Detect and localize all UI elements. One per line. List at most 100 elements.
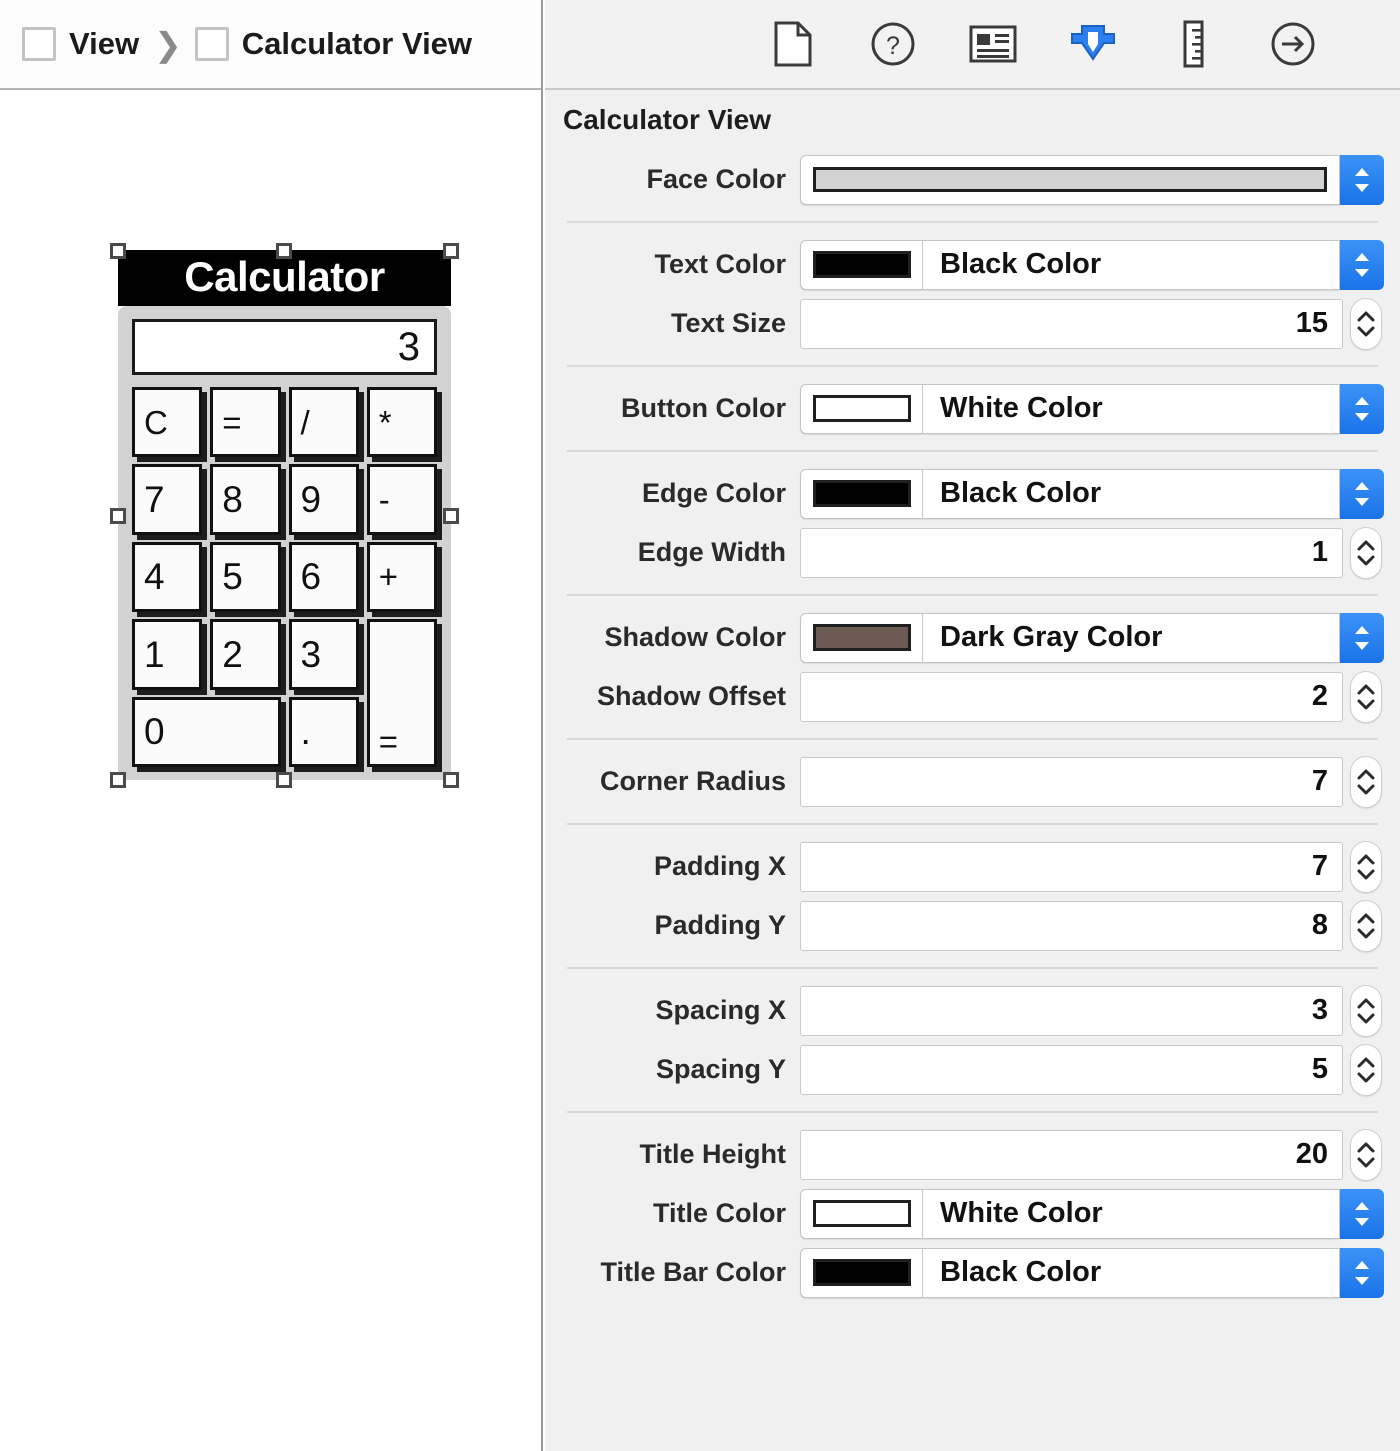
- inspector-rows: Face Color Text Color Black Color Text Size…: [545, 150, 1400, 1302]
- breadcrumb: View ❯ Calculator View: [0, 0, 541, 90]
- selection-handle-middle-left[interactable]: [110, 508, 126, 524]
- chevron-up-down-icon[interactable]: [1340, 1188, 1384, 1239]
- section-divider: [567, 594, 1378, 596]
- stepper-control[interactable]: [1350, 297, 1382, 350]
- color-swatch-cell: [801, 156, 1339, 204]
- calculator-key[interactable]: =: [366, 619, 437, 767]
- number-input[interactable]: 15: [800, 298, 1343, 349]
- breadcrumb-item-view[interactable]: View: [22, 26, 139, 62]
- calculator-key[interactable]: .: [288, 696, 359, 767]
- stepper-control[interactable]: [1350, 840, 1382, 893]
- selection-handle-bottom-right[interactable]: [443, 772, 459, 788]
- calculator-key[interactable]: +: [366, 541, 437, 613]
- chevron-up-down-icon[interactable]: [1340, 383, 1384, 434]
- color-popup-button[interactable]: Dark Gray Color: [800, 612, 1384, 663]
- calculator-view-preview[interactable]: Calculator 3 C = / * 7 8 9-4 5 6 +1 2 3 = 0.: [118, 250, 451, 780]
- inspector-row: Edge Color Black Color: [545, 464, 1400, 523]
- selection-handle-bottom-center[interactable]: [276, 772, 292, 788]
- number-input[interactable]: 20: [800, 1129, 1343, 1180]
- popup-face: Dark Gray Color: [800, 612, 1340, 663]
- color-popup-button[interactable]: Black Color: [800, 1247, 1384, 1298]
- color-swatch-cell: [801, 1248, 923, 1297]
- inspector-row: Text Color Black Color: [545, 235, 1400, 294]
- calculator-key[interactable]: 4: [132, 541, 203, 613]
- calculator-key[interactable]: /: [288, 387, 359, 458]
- inspector-row-label: Title Bar Color: [600, 1257, 786, 1287]
- calculator-display-value: 3: [397, 325, 420, 369]
- calculator-key[interactable]: 2: [210, 619, 281, 690]
- calculator-key[interactable]: C: [132, 387, 203, 458]
- selection-handle-bottom-left[interactable]: [110, 772, 126, 788]
- color-value-label: Dark Gray Color: [940, 621, 1163, 653]
- breadcrumb-item-calculator-view[interactable]: Calculator View: [194, 26, 472, 62]
- chevron-up-down-icon[interactable]: [1340, 468, 1384, 519]
- inspector-window: View ❯ Calculator View Calculator 3 C = / *…: [0, 0, 1400, 1451]
- chevron-up-down-icon[interactable]: [1340, 612, 1384, 663]
- calculator-key[interactable]: 5: [210, 541, 281, 613]
- connections-inspector-button[interactable]: [1267, 18, 1319, 70]
- chevron-up-down-icon[interactable]: [1340, 1247, 1384, 1298]
- number-input[interactable]: 7: [800, 841, 1343, 892]
- color-popup-button[interactable]: Black Color: [800, 239, 1384, 290]
- inspector-row-label: Text Size: [670, 308, 786, 338]
- chevron-up-down-icon[interactable]: [1340, 154, 1384, 205]
- stepper-control[interactable]: [1350, 755, 1382, 808]
- selection-handle-top-right[interactable]: [443, 243, 459, 259]
- stepper-control[interactable]: [1350, 899, 1382, 952]
- inspector-row: Title Bar Color Black Color: [545, 1243, 1400, 1302]
- quick-help-inspector-button[interactable]: ?: [867, 18, 919, 70]
- color-popup-button[interactable]: Black Color: [800, 468, 1384, 519]
- stepper-control[interactable]: [1350, 1128, 1382, 1181]
- color-popup-button[interactable]: [800, 154, 1384, 205]
- section-divider: [567, 450, 1378, 452]
- number-input[interactable]: 5: [800, 1044, 1343, 1095]
- inspector-row-label: Shadow Offset: [596, 681, 786, 711]
- identity-card-icon: [969, 24, 1017, 64]
- stepper-control[interactable]: [1350, 1043, 1382, 1096]
- attributes-inspector-button[interactable]: [1067, 18, 1119, 70]
- number-input[interactable]: 2: [800, 671, 1343, 722]
- calculator-key[interactable]: -: [366, 464, 437, 535]
- number-input[interactable]: 7: [800, 756, 1343, 807]
- calculator-key[interactable]: =: [210, 387, 281, 458]
- inspector-row: Spacing Y 5: [545, 1040, 1400, 1099]
- inspector-row: Shadow Color Dark Gray Color: [545, 608, 1400, 667]
- calculator-key[interactable]: 9: [288, 464, 359, 535]
- inspector-row: Corner Radius 7: [545, 752, 1400, 811]
- color-swatch: [812, 1259, 911, 1286]
- chevron-up-down-icon[interactable]: [1340, 239, 1384, 290]
- number-input[interactable]: 8: [800, 900, 1343, 951]
- number-input[interactable]: 1: [800, 527, 1343, 578]
- color-value-label: Black Color: [940, 248, 1102, 280]
- stepper-control[interactable]: [1350, 526, 1382, 579]
- selection-handle-middle-right[interactable]: [443, 508, 459, 524]
- stepper-control[interactable]: [1350, 670, 1382, 723]
- color-popup-button[interactable]: White Color: [800, 1188, 1384, 1239]
- calculator-key[interactable]: 0: [132, 696, 281, 767]
- file-inspector-button[interactable]: [767, 18, 819, 70]
- color-popup-button[interactable]: White Color: [800, 383, 1384, 434]
- calculator-key[interactable]: 6: [288, 541, 359, 613]
- stepper-control[interactable]: [1350, 984, 1382, 1037]
- popup-face: Black Color: [800, 468, 1340, 519]
- section-divider: [567, 221, 1378, 223]
- canvas-panel: View ❯ Calculator View Calculator 3 C = / *…: [0, 0, 543, 1451]
- identity-inspector-button[interactable]: [967, 18, 1019, 70]
- selection-handle-top-center[interactable]: [276, 243, 292, 259]
- selection-handle-top-left[interactable]: [110, 243, 126, 259]
- color-swatch-cell: [801, 240, 923, 289]
- size-inspector-button[interactable]: [1167, 18, 1219, 70]
- inspector-row-label: Title Color: [652, 1198, 786, 1228]
- calculator-key[interactable]: 7: [132, 464, 203, 535]
- number-input[interactable]: 3: [800, 985, 1343, 1036]
- inspector-row: Shadow Offset 2: [545, 667, 1400, 726]
- color-swatch: [812, 395, 911, 422]
- calculator-key[interactable]: 3: [288, 619, 359, 690]
- calculator-key[interactable]: 8: [210, 464, 281, 535]
- svg-text:?: ?: [886, 32, 900, 60]
- calculator-key[interactable]: 1: [132, 619, 203, 690]
- calculator-key[interactable]: *: [366, 387, 437, 458]
- calculator-title-label: Calculator: [184, 253, 385, 300]
- view-square-icon: [194, 27, 229, 61]
- color-swatch: [812, 480, 911, 507]
